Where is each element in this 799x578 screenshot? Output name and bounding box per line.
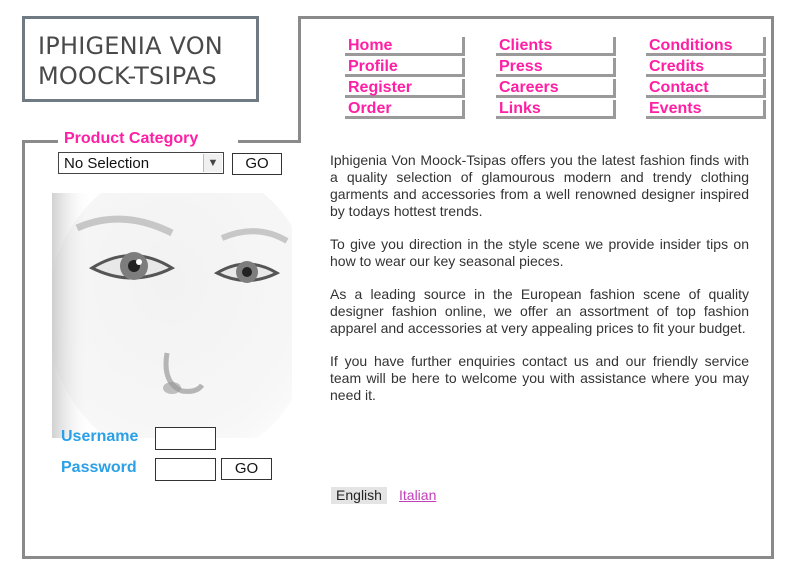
nav-label-links[interactable]: Links <box>499 100 541 117</box>
nav-item-conditions[interactable]: Conditions <box>646 37 766 56</box>
content-paragraph-2: To give you direction in the style scene… <box>330 236 749 269</box>
password-label: Password <box>61 459 137 476</box>
product-category-selected-value: No Selection <box>64 155 150 172</box>
product-category-select[interactable]: No Selection ▼ <box>58 152 224 174</box>
frame-right <box>771 16 774 559</box>
nav-label-clients[interactable]: Clients <box>499 37 552 54</box>
nav-item-credits[interactable]: Credits <box>646 58 766 77</box>
chevron-down-icon[interactable]: ▼ <box>203 154 222 172</box>
content-paragraph-4: If you have further enquiries contact us… <box>330 353 749 403</box>
main-content: Iphigenia Von Moock-Tsipas offers you th… <box>330 152 749 420</box>
nav-label-register[interactable]: Register <box>348 79 412 96</box>
nav-item-contact[interactable]: Contact <box>646 79 766 98</box>
frame-mid-horizontal <box>238 140 301 143</box>
logo-line-1: IPHIGENIA VON <box>38 32 223 60</box>
nav-label-home[interactable]: Home <box>348 37 392 54</box>
logo-line-2: MOOCK-TSIPAS <box>38 62 217 90</box>
frame-bottom <box>22 556 774 559</box>
nav-label-contact[interactable]: Contact <box>649 79 709 96</box>
logo[interactable]: IPHIGENIA VON MOOCK-TSIPAS <box>22 16 259 102</box>
nav-label-press[interactable]: Press <box>499 58 543 75</box>
frame-left <box>22 140 25 559</box>
username-label: Username <box>61 428 139 445</box>
nav-item-register[interactable]: Register <box>345 79 465 98</box>
login-go-button[interactable]: GO <box>221 458 272 480</box>
language-current-english: English <box>331 487 387 504</box>
category-go-button[interactable]: GO <box>232 153 282 175</box>
product-category-heading: Product Category <box>62 130 201 148</box>
language-link-italian[interactable]: Italian <box>399 487 436 504</box>
nav-item-profile[interactable]: Profile <box>345 58 465 77</box>
content-paragraph-1: Iphigenia Von Moock-Tsipas offers you th… <box>330 152 749 219</box>
nav-label-credits[interactable]: Credits <box>649 58 704 75</box>
nav-item-press[interactable]: Press <box>496 58 616 77</box>
logo-text: IPHIGENIA VON MOOCK-TSIPAS <box>38 31 223 91</box>
face-image <box>52 193 292 458</box>
nav-item-order[interactable]: Order <box>345 100 465 119</box>
nav-item-home[interactable]: Home <box>345 37 465 56</box>
password-input[interactable] <box>155 458 216 481</box>
frame-top-right <box>298 16 774 19</box>
frame-left-top <box>22 140 58 143</box>
nav-item-events[interactable]: Events <box>646 100 766 119</box>
nav-item-clients[interactable]: Clients <box>496 37 616 56</box>
content-paragraph-3: As a leading source in the European fash… <box>330 286 749 336</box>
nav-label-events[interactable]: Events <box>649 100 701 117</box>
nav-label-order[interactable]: Order <box>348 100 392 117</box>
nav-item-careers[interactable]: Careers <box>496 79 616 98</box>
frame-mid-vertical <box>298 16 301 143</box>
username-input[interactable] <box>155 427 216 450</box>
nav-label-profile[interactable]: Profile <box>348 58 398 75</box>
nav-label-conditions[interactable]: Conditions <box>649 37 733 54</box>
nav-label-careers[interactable]: Careers <box>499 79 559 96</box>
nav-item-links[interactable]: Links <box>496 100 616 119</box>
